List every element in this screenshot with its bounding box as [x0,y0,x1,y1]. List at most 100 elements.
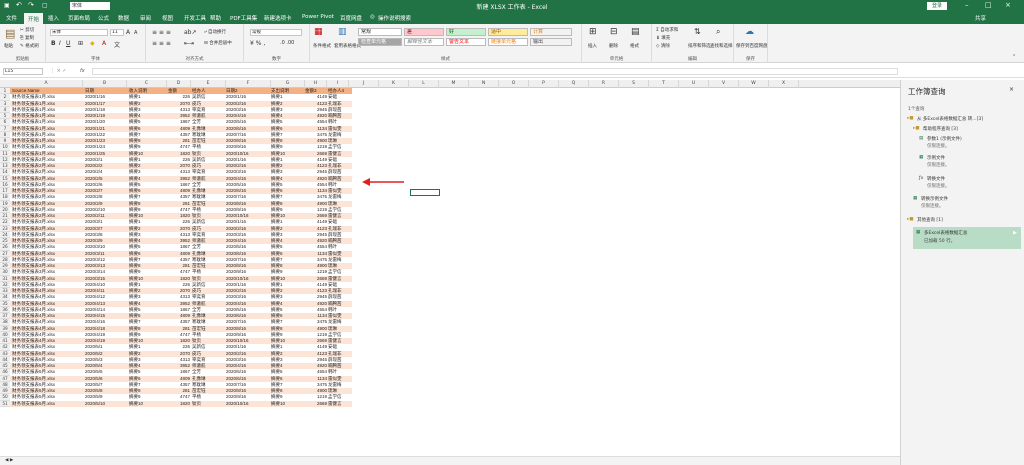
format-painter-button[interactable]: ✎ 格式刷 [20,43,39,49]
column-header[interactable]: B [83,80,127,88]
font-name-select[interactable]: 宋体 [50,29,108,36]
table-cell[interactable]: 2020/5/10 [85,401,127,407]
column-header[interactable]: R [589,80,619,88]
style-normal[interactable]: 常规 [358,28,402,36]
format-cells-icon[interactable]: ▤ [631,27,640,37]
fill-button[interactable]: ⬇ 填充 [656,35,670,41]
style-bad[interactable]: 差 [404,28,444,36]
cut-button[interactable]: ✂ 剪切 [20,27,34,33]
table-cell[interactable]: 财务领支报表5月.xlsx [12,401,84,407]
sort-filter-icon[interactable]: ⇅ [694,27,701,36]
query-group-2[interactable]: ▸■ 帮助程序查询 [3] [913,126,1019,133]
style-output[interactable]: 输出 [530,38,572,46]
column-header[interactable]: S [619,80,649,88]
column-header[interactable]: X [769,80,799,88]
column-header[interactable]: L [409,80,439,88]
delete-cells-icon[interactable]: ⊟ [610,27,618,37]
collapse-ribbon-icon[interactable]: ⌃ [1012,54,1016,60]
fill-color-icon[interactable]: ◆ [90,40,95,47]
minimize-icon[interactable]: – [965,1,969,9]
autosum-button[interactable]: Σ 自动求和 [656,27,678,33]
decimal-icon[interactable]: .0 .00 [280,40,294,46]
tab-file[interactable]: 文件 [6,14,17,22]
shrink-font-icon[interactable]: A [134,30,137,36]
query-group-3[interactable]: ▸■ 其他查询 [1] [907,217,1019,224]
sheet-nav-icon[interactable]: ◀ ▶ [5,458,13,463]
merge-center-button[interactable]: ⊟ 合并后居中 [204,40,232,46]
column-header[interactable]: K [379,80,409,88]
maximize-icon[interactable]: □ [985,1,992,9]
column-header[interactable]: G [271,80,305,88]
style-explain[interactable]: 解释性文本 [404,38,444,46]
paste-button[interactable]: 粘贴 [4,43,13,49]
column-header[interactable]: F [226,80,271,88]
tab-pdf-tools[interactable]: PDF工具集 [230,14,257,22]
table-cell[interactable]: 2020/10/16 [226,401,270,407]
clear-button[interactable]: ◇ 清除 [656,43,670,49]
table-cell[interactable]: 摘要10 [129,401,165,407]
style-link[interactable]: 链接单元格 [488,38,528,46]
tell-me-search[interactable]: 操作说明搜索 [378,14,411,22]
tab-help[interactable]: 帮助 [210,14,221,22]
query-group-1[interactable]: ▸■ 从 多Excel表格数据汇总 转...[3] [907,116,1019,123]
column-header[interactable]: O [499,80,529,88]
column-header[interactable]: V [709,80,739,88]
bold-icon[interactable]: B [51,40,56,47]
font-color-icon[interactable]: A [102,40,106,47]
table-cell[interactable]: 钛页 [192,401,225,407]
table-cell[interactable]: 雷健言 [328,401,350,407]
style-good[interactable]: 好 [446,28,486,36]
tab-baidu[interactable]: 百度网盘 [340,14,362,22]
table-cell[interactable]: 摘要10 [271,401,303,407]
column-header[interactable]: P [529,80,559,88]
query-sample[interactable]: ▦ 示例文件 仅限连接。 [919,155,1019,171]
style-warn[interactable]: 警告文本 [446,38,486,46]
spreadsheet-grid[interactable]: ABCDEFGHIJKLMNOPQRSTUVWX 1 Source.Name 日期收… [0,80,900,465]
borders-icon[interactable]: ⊞ [78,40,83,47]
tab-insert[interactable]: 插入 [48,14,59,22]
column-header[interactable]: A [10,80,83,88]
formula-input[interactable] [92,68,898,75]
conditional-format-button[interactable]: 条件格式 [313,43,331,49]
login-button[interactable]: 登录 [927,2,947,10]
share-button[interactable]: 共享 [975,14,986,22]
tab-review[interactable]: 审阅 [140,14,151,22]
name-box[interactable]: L15 [3,68,43,75]
column-header[interactable]: W [739,80,769,88]
fx-icon[interactable]: fx [80,68,85,74]
tab-page-layout[interactable]: 页面布局 [68,14,90,22]
column-header[interactable]: U [679,80,709,88]
table-cell[interactable]: 2669 [305,401,327,407]
orientation-icon[interactable]: ab↗ [184,29,197,36]
align-left-icon[interactable]: ≡ ≡ ≡ [152,40,171,47]
tab-home[interactable]: 开始 [24,13,44,24]
column-header[interactable]: J [349,80,379,88]
query-menu-icon[interactable]: ▶ [1013,230,1017,236]
column-header[interactable]: M [439,80,469,88]
close-icon[interactable]: × [1005,1,1011,9]
column-header[interactable]: Q [559,80,589,88]
tab-data[interactable]: 数据 [118,14,129,22]
tab-developer[interactable]: 开发工具 [184,14,206,22]
column-header[interactable]: T [649,80,679,88]
insert-cells-button[interactable]: 插入 [588,43,597,49]
insert-cells-icon[interactable]: ⊞ [589,27,597,37]
find-select-button[interactable]: 查找和选择 [710,43,733,49]
query-transform-sample[interactable]: ▦ 转换示例文件 仅限连接。 [913,196,1019,212]
column-header[interactable]: N [469,80,499,88]
column-header[interactable]: H [305,80,327,88]
format-table-button[interactable]: 套用表格格式 [334,43,361,49]
style-calc[interactable]: 计算 [530,28,572,36]
column-header[interactable]: D [167,80,191,88]
find-select-icon[interactable]: ⌕ [716,27,720,37]
tab-view[interactable]: 视图 [162,14,173,22]
save-baidu-button[interactable]: 保存到百度网盘 [736,43,768,49]
tab-power-pivot[interactable]: Power Pivot [302,14,334,20]
grow-font-icon[interactable]: A [126,29,130,36]
query-main[interactable]: ▦ 多Excel表格数据汇总 已加载 50 行。 ▶ [913,227,1021,249]
currency-icon[interactable]: ¥ % , [250,40,265,47]
pane-close-icon[interactable]: × [1009,86,1014,93]
baidu-cloud-icon[interactable]: ☁ [745,27,754,37]
sort-filter-button[interactable]: 排序和筛选 [688,43,711,49]
paste-icon[interactable]: ▤ [5,27,15,40]
